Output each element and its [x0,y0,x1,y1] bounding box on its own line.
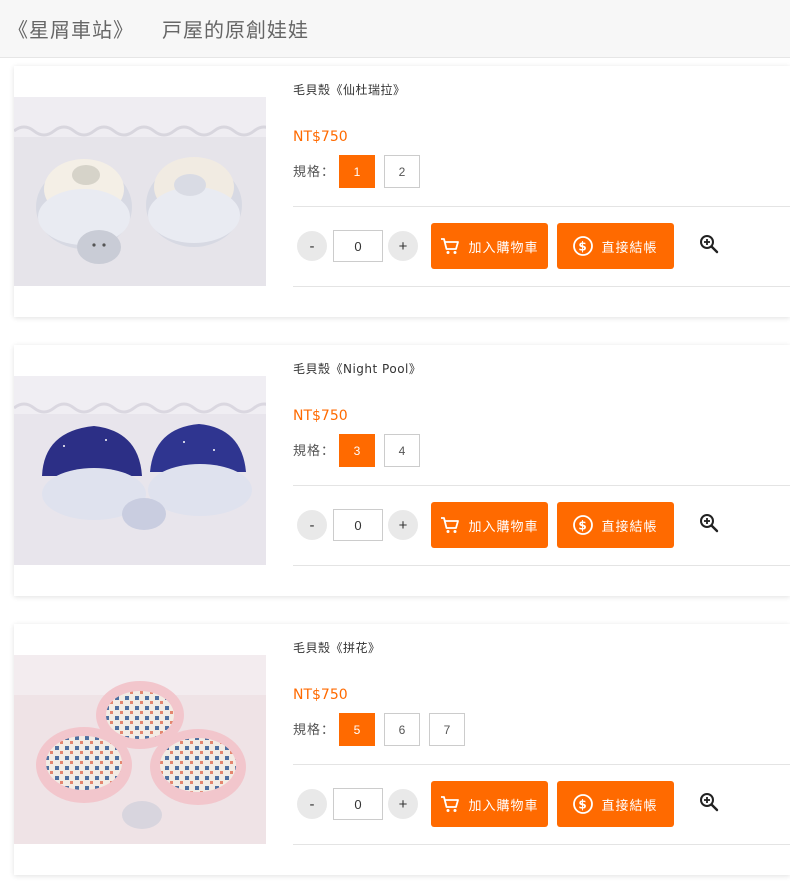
spec-option-2[interactable]: 2 [384,155,420,188]
product-photo-image [14,97,266,286]
product-photo[interactable] [14,376,266,565]
shopping-cart-icon [441,517,460,533]
dollar-circle-icon: $ [573,794,594,814]
checkout-button[interactable]: $ 直接結帳 [557,502,674,548]
product-price: NT$750 [293,687,348,703]
product-card: 毛貝殼《拼花》 NT$750 規格： 5 6 7 - + 加入購物車 $ 直接結… [14,624,790,875]
product-info: 毛貝殼《仙杜瑞拉》 NT$750 規格： 1 2 - + 加入購物車 $ 直接結… [293,66,790,317]
checkout-label: 直接結帳 [601,519,658,535]
shop-title: 《星屑車站》 [8,18,134,42]
dollar-circle-icon: $ [573,515,594,535]
add-to-cart-label: 加入購物車 [468,240,539,256]
spec-label: 規格： [293,723,336,738]
product-info: 毛貝殼《Night Pool》 NT$750 規格： 3 4 - + 加入購物車… [293,345,790,596]
spec-option-4[interactable]: 4 [384,434,420,467]
spec-label: 規格： [293,444,336,459]
divider [293,565,790,566]
add-to-cart-button[interactable]: 加入購物車 [431,502,548,548]
spec-option-3[interactable]: 3 [339,434,375,467]
zoom-in-icon[interactable] [699,792,719,812]
product-info: 毛貝殼《拼花》 NT$750 規格： 5 6 7 - + 加入購物車 $ 直接結… [293,624,790,875]
divider [293,844,790,845]
quantity-increase-button[interactable]: + [388,231,418,261]
product-card: 毛貝殼《仙杜瑞拉》 NT$750 規格： 1 2 - + 加入購物車 $ 直接結… [14,66,790,317]
divider [293,206,790,207]
product-photo-image [14,655,266,844]
shopping-cart-icon [441,796,460,812]
checkout-label: 直接結帳 [601,798,658,814]
product-photo[interactable] [14,655,266,844]
spec-option-1[interactable]: 1 [339,155,375,188]
spec-option-5[interactable]: 5 [339,713,375,746]
add-to-cart-label: 加入購物車 [468,798,539,814]
spec-options: 1 2 [339,155,420,188]
product-card: 毛貝殼《Night Pool》 NT$750 規格： 3 4 - + 加入購物車… [14,345,790,596]
quantity-decrease-button[interactable]: - [297,789,327,819]
product-price: NT$750 [293,408,348,424]
svg-text:$: $ [579,240,588,254]
divider [293,485,790,486]
svg-text:$: $ [579,519,588,533]
svg-text:$: $ [579,798,588,812]
product-name: 毛貝殼《Night Pool》 [293,362,422,376]
checkout-button[interactable]: $ 直接結帳 [557,223,674,269]
product-photo[interactable] [14,97,266,286]
checkout-label: 直接結帳 [601,240,658,256]
spec-options: 5 6 7 [339,713,465,746]
spec-options: 3 4 [339,434,420,467]
quantity-input[interactable] [333,230,383,262]
page-header: 《星屑車站》 戸屋的原創娃娃 [0,0,790,58]
add-to-cart-button[interactable]: 加入購物車 [431,781,548,827]
quantity-increase-button[interactable]: + [388,789,418,819]
product-name: 毛貝殼《拼花》 [293,641,381,655]
spec-option-7[interactable]: 7 [429,713,465,746]
spec-label: 規格： [293,165,336,180]
zoom-in-icon[interactable] [699,513,719,533]
zoom-in-icon[interactable] [699,234,719,254]
add-to-cart-button[interactable]: 加入購物車 [431,223,548,269]
quantity-decrease-button[interactable]: - [297,510,327,540]
quantity-decrease-button[interactable]: - [297,231,327,261]
dollar-circle-icon: $ [573,236,594,256]
add-to-cart-label: 加入購物車 [468,519,539,535]
checkout-button[interactable]: $ 直接結帳 [557,781,674,827]
product-price: NT$750 [293,129,348,145]
shop-subtitle: 戸屋的原創娃娃 [162,18,309,42]
shopping-cart-icon [441,238,460,254]
spec-option-6[interactable]: 6 [384,713,420,746]
divider [293,286,790,287]
product-name: 毛貝殼《仙杜瑞拉》 [293,83,406,97]
quantity-input[interactable] [333,509,383,541]
divider [293,764,790,765]
quantity-input[interactable] [333,788,383,820]
product-photo-image [14,376,266,565]
quantity-increase-button[interactable]: + [388,510,418,540]
